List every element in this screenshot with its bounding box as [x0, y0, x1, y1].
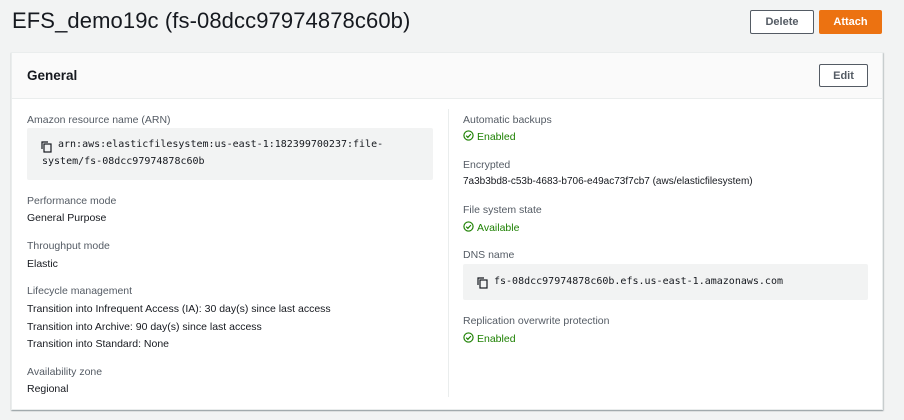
availability-zone-label: Availability zone — [27, 366, 103, 378]
automatic-backups-status: Enabled — [463, 130, 516, 144]
arn-box: arn:aws:elasticfilesystem:us-east-1:1823… — [27, 128, 433, 180]
delete-button[interactable]: Delete — [750, 10, 814, 34]
file-system-state-status: Available — [463, 221, 519, 235]
lifecycle-archive: Transition into Archive: 90 day(s) since… — [27, 321, 262, 333]
throughput-mode-value: Elastic — [27, 258, 58, 270]
dns-name-label: DNS name — [463, 249, 515, 261]
automatic-backups-value: Enabled — [477, 131, 516, 143]
arn-value-line2: system/fs-08dcc97974878c60b — [42, 156, 205, 167]
dns-name-value: fs-08dcc97974878c60b.efs.us-east-1.amazo… — [494, 276, 783, 287]
column-divider — [448, 109, 449, 397]
status-positive-icon — [463, 332, 477, 346]
attach-button[interactable]: Attach — [819, 10, 882, 34]
automatic-backups-label: Automatic backups — [463, 114, 552, 126]
performance-mode-value: General Purpose — [27, 212, 107, 224]
page-header: EFS_demo19c (fs-08dcc97974878c60b) Delet… — [12, 0, 892, 44]
encrypted-label: Encrypted — [463, 159, 511, 171]
replication-protection-label: Replication overwrite protection — [463, 315, 610, 327]
edit-button[interactable]: Edit — [819, 64, 868, 87]
general-panel: General Edit Amazon resource name (ARN) … — [11, 52, 883, 410]
lifecycle-ia: Transition into Infrequent Access (IA): … — [27, 303, 331, 315]
copy-icon[interactable] — [477, 276, 488, 294]
file-system-state-label: File system state — [463, 204, 542, 216]
dns-name-box: fs-08dcc97974878c60b.efs.us-east-1.amazo… — [463, 264, 868, 300]
arn-value-line1: arn:aws:elasticfilesystem:us-east-1:1823… — [58, 139, 384, 150]
file-system-state-value: Available — [477, 222, 520, 234]
lifecycle-label: Lifecycle management — [27, 285, 133, 297]
general-panel-title: General — [27, 68, 78, 83]
performance-mode-label: Performance mode — [27, 195, 117, 207]
replication-protection-status: Enabled — [463, 332, 516, 346]
arn-label: Amazon resource name (ARN) — [27, 114, 171, 126]
general-panel-header: General Edit — [12, 53, 882, 99]
replication-protection-value: Enabled — [477, 333, 516, 345]
page-title: EFS_demo19c (fs-08dcc97974878c60b) — [12, 8, 411, 33]
throughput-mode-label: Throughput mode — [27, 240, 110, 252]
lifecycle-standard: Transition into Standard: None — [27, 338, 170, 350]
status-positive-icon — [463, 221, 477, 235]
availability-zone-value: Regional — [27, 383, 69, 395]
encrypted-value: 7a3b3bd8-c53b-4683-b706-e49ac73f7cb7 (aw… — [463, 176, 753, 187]
status-positive-icon — [463, 130, 477, 144]
